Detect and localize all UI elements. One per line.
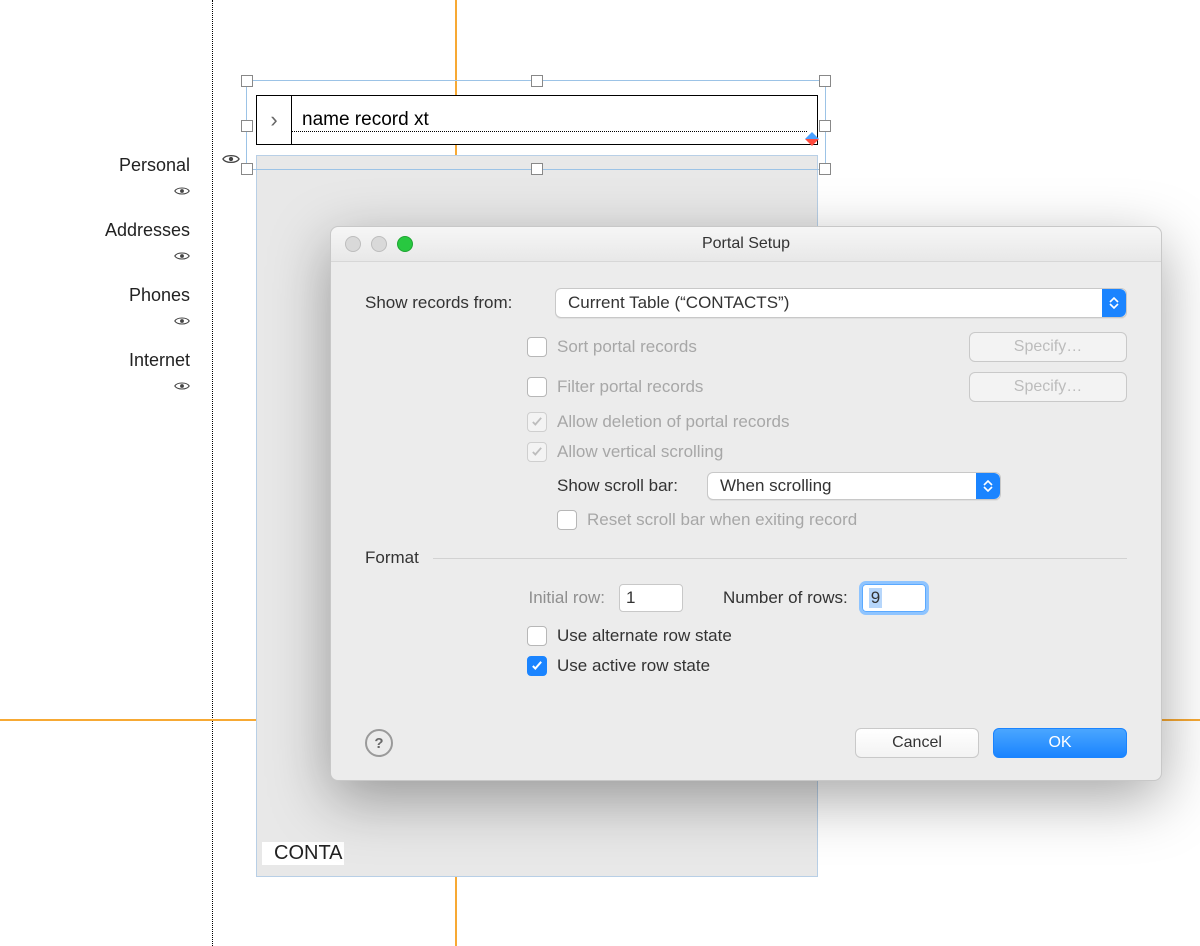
checkbox-icon bbox=[557, 510, 577, 530]
checkbox-label: Filter portal records bbox=[557, 377, 703, 397]
checkbox-label: Allow deletion of portal records bbox=[557, 412, 789, 432]
resize-handle[interactable] bbox=[531, 75, 543, 87]
sidebar-item-label: Phones bbox=[129, 285, 190, 305]
resize-handle[interactable] bbox=[819, 120, 831, 132]
checkbox-icon bbox=[527, 377, 547, 397]
dialog-title: Portal Setup bbox=[331, 227, 1161, 261]
reset-scroll-checkbox: Reset scroll bar when exiting record bbox=[557, 510, 857, 530]
sidebar-item-phones[interactable]: Phones bbox=[129, 285, 190, 331]
scrollbar-label: Show scroll bar: bbox=[557, 476, 707, 496]
initial-row-value: 1 bbox=[626, 588, 635, 608]
initial-row-field[interactable]: 1 bbox=[619, 584, 683, 612]
eye-icon bbox=[222, 152, 240, 169]
portal-setup-dialog: Portal Setup Show records from: Current … bbox=[330, 226, 1162, 781]
checkbox-label: Reset scroll bar when exiting record bbox=[587, 510, 857, 530]
sidebar-item-internet[interactable]: Internet bbox=[129, 350, 190, 396]
resize-handle[interactable] bbox=[819, 163, 831, 175]
checkbox-icon bbox=[527, 626, 547, 646]
checkbox-label: Use active row state bbox=[557, 656, 710, 676]
portal-row-field[interactable]: › name record xt bbox=[256, 95, 818, 145]
scrollbar-value: When scrolling bbox=[720, 476, 832, 496]
resize-handle[interactable] bbox=[241, 75, 253, 87]
section-divider bbox=[433, 558, 1127, 559]
checkbox-label: Sort portal records bbox=[557, 337, 697, 357]
checkbox-icon bbox=[527, 442, 547, 462]
scrollbar-popup[interactable]: When scrolling bbox=[707, 472, 1001, 500]
eye-icon bbox=[129, 310, 190, 331]
active-row-checkbox[interactable]: Use active row state bbox=[527, 656, 710, 676]
popup-arrows-icon bbox=[976, 473, 1000, 499]
field-name-label: name record xt bbox=[292, 109, 807, 132]
portal-footer-label: CONTA bbox=[262, 842, 344, 865]
initial-row-label: Initial row: bbox=[495, 588, 605, 608]
format-section-header: Format bbox=[365, 548, 419, 568]
number-of-rows-field[interactable]: 9 bbox=[862, 584, 926, 612]
dialog-titlebar[interactable]: Portal Setup bbox=[331, 227, 1161, 262]
cancel-button[interactable]: Cancel bbox=[855, 728, 979, 758]
allow-delete-checkbox: Allow deletion of portal records bbox=[527, 412, 789, 432]
sidebar-item-label: Addresses bbox=[105, 220, 190, 240]
eye-icon bbox=[129, 375, 190, 396]
show-records-popup[interactable]: Current Table (“CONTACTS”) bbox=[555, 288, 1127, 318]
allow-scroll-checkbox: Allow vertical scrolling bbox=[527, 442, 723, 462]
dotted-guide-vertical bbox=[212, 0, 213, 946]
sidebar-item-label: Internet bbox=[129, 350, 190, 370]
resize-handle[interactable] bbox=[531, 163, 543, 175]
sidebar-item-label: Personal bbox=[119, 155, 190, 175]
resize-handle[interactable] bbox=[241, 120, 253, 132]
ok-button[interactable]: OK bbox=[993, 728, 1127, 758]
chevron-right-icon: › bbox=[257, 107, 291, 133]
resize-handle[interactable] bbox=[241, 163, 253, 175]
show-records-label: Show records from: bbox=[365, 293, 555, 313]
filter-records-checkbox: Filter portal records bbox=[527, 377, 703, 397]
checkbox-label: Allow vertical scrolling bbox=[557, 442, 723, 462]
eye-icon bbox=[119, 180, 190, 201]
checkbox-icon bbox=[527, 656, 547, 676]
field-badge-icon bbox=[805, 132, 819, 146]
sort-records-checkbox: Sort portal records bbox=[527, 337, 697, 357]
checkbox-label: Use alternate row state bbox=[557, 626, 732, 646]
resize-handle[interactable] bbox=[819, 75, 831, 87]
filter-specify-button: Specify… bbox=[969, 372, 1127, 402]
checkbox-icon bbox=[527, 337, 547, 357]
number-of-rows-value: 9 bbox=[869, 588, 882, 608]
popup-arrows-icon bbox=[1102, 289, 1126, 317]
checkbox-icon bbox=[527, 412, 547, 432]
help-glyph: ? bbox=[374, 735, 383, 752]
number-of-rows-label: Number of rows: bbox=[723, 588, 848, 608]
sidebar-item-addresses[interactable]: Addresses bbox=[105, 220, 190, 266]
show-records-value: Current Table (“CONTACTS”) bbox=[568, 293, 789, 313]
sidebar-item-personal[interactable]: Personal bbox=[119, 155, 190, 201]
help-button[interactable]: ? bbox=[365, 729, 393, 757]
sort-specify-button: Specify… bbox=[969, 332, 1127, 362]
eye-icon bbox=[105, 245, 190, 266]
alternate-row-checkbox[interactable]: Use alternate row state bbox=[527, 626, 732, 646]
